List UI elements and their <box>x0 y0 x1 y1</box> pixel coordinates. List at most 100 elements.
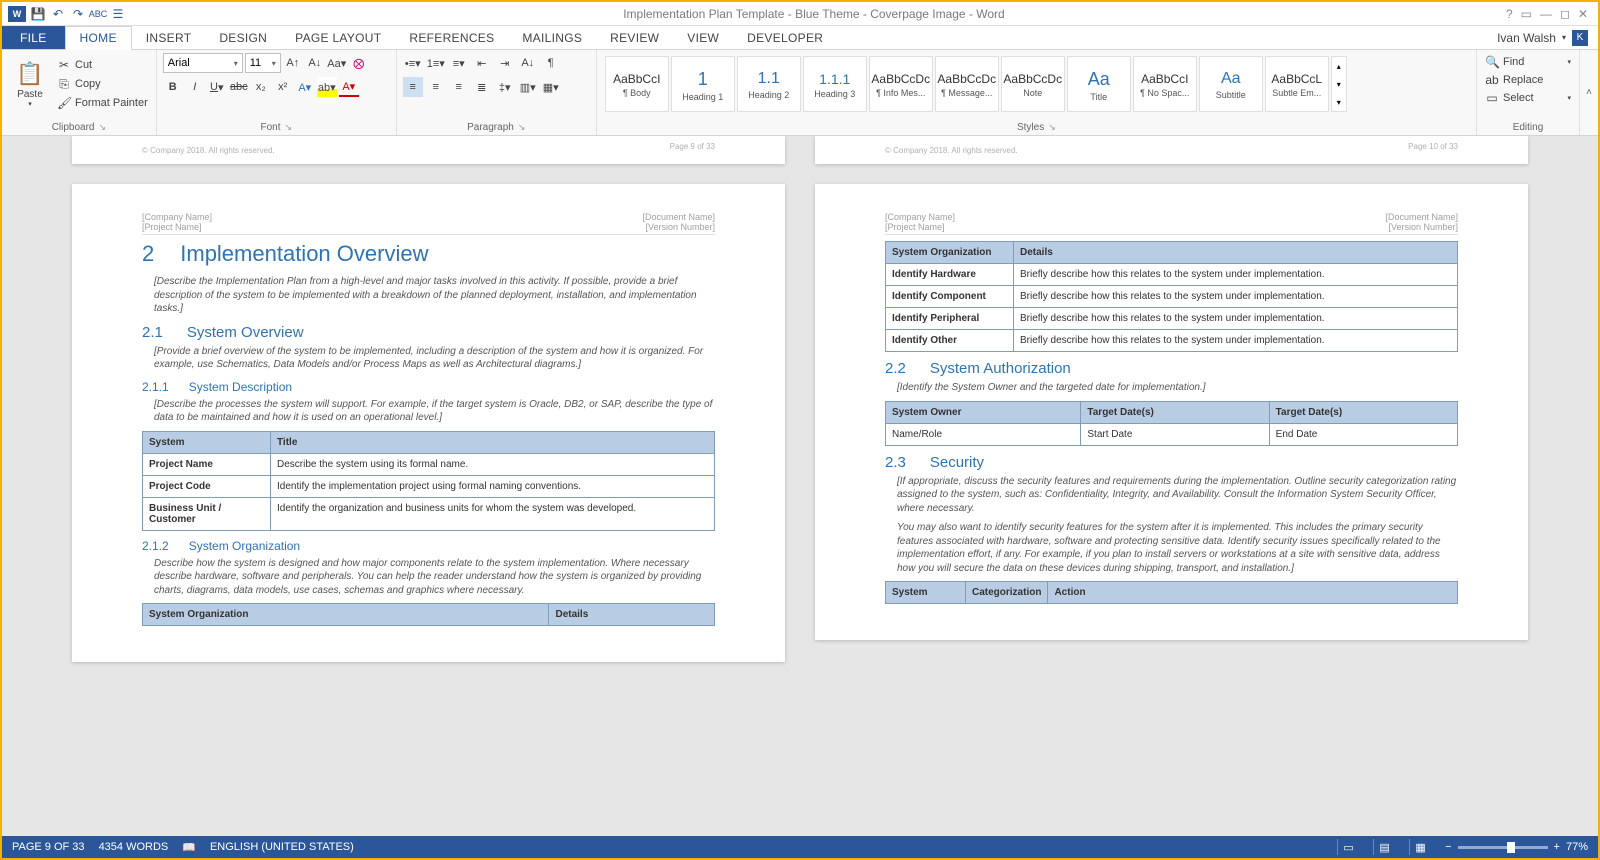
body-text[interactable]: [If appropriate, discuss the security fe… <box>897 475 1458 516</box>
find-button[interactable]: 🔍Find▾ <box>1483 53 1573 71</box>
style-item[interactable]: 1Heading 1 <box>671 56 735 112</box>
format-painter-button[interactable]: 🖌Format Painter <box>55 94 150 112</box>
tab-review[interactable]: REVIEW <box>596 26 673 49</box>
style-item[interactable]: 1.1Heading 2 <box>737 56 801 112</box>
heading-2[interactable]: 2.3Security <box>885 454 1458 471</box>
style-item[interactable]: AaBbCcI¶ Body <box>605 56 669 112</box>
status-words[interactable]: 4354 WORDS <box>99 841 169 853</box>
bullets-button[interactable]: •≡▾ <box>403 53 423 73</box>
zoom-slider[interactable] <box>1458 846 1548 849</box>
style-item[interactable]: AaBbCcDc¶ Message... <box>935 56 999 112</box>
proofing-icon[interactable]: 📖 <box>182 841 196 854</box>
tab-view[interactable]: VIEW <box>673 26 733 49</box>
spelling-icon[interactable]: ABC <box>90 6 106 22</box>
underline-button[interactable]: U▾ <box>207 77 227 97</box>
help-icon[interactable]: ? <box>1506 7 1513 21</box>
web-layout-button[interactable]: ▦ <box>1409 839 1431 855</box>
dialog-launcher-icon[interactable]: ↘ <box>1048 122 1056 133</box>
superscript-button[interactable]: x² <box>273 77 293 97</box>
save-icon[interactable]: 💾 <box>30 6 46 22</box>
italic-button[interactable]: I <box>185 77 205 97</box>
heading-2[interactable]: 2.1System Overview <box>142 324 715 341</box>
replace-button[interactable]: abReplace <box>1483 71 1573 89</box>
close-icon[interactable]: ✕ <box>1578 7 1588 21</box>
styles-gallery[interactable]: AaBbCcI¶ Body1Heading 11.1Heading 21.1.1… <box>603 53 1470 115</box>
minimize-icon[interactable]: — <box>1540 7 1552 21</box>
table-system-description[interactable]: SystemTitle Project NameDescribe the sys… <box>142 431 715 531</box>
copy-button[interactable]: ⎘Copy <box>55 75 150 93</box>
undo-icon[interactable]: ↶ <box>50 6 66 22</box>
tab-references[interactable]: REFERENCES <box>395 26 508 49</box>
cut-button[interactable]: ✂Cut <box>55 56 150 74</box>
line-spacing-button[interactable]: ‡▾ <box>495 77 515 97</box>
status-page[interactable]: PAGE 9 OF 33 <box>12 841 85 853</box>
tab-home[interactable]: HOME <box>65 26 132 50</box>
heading-3[interactable]: 2.1.1System Description <box>142 380 715 394</box>
body-text[interactable]: [Provide a brief overview of the system … <box>154 345 715 372</box>
style-item[interactable]: AaBbCcDc¶ Info Mes... <box>869 56 933 112</box>
change-case-button[interactable]: Aa▾ <box>327 53 347 73</box>
select-button[interactable]: ▭Select▾ <box>1483 89 1573 107</box>
tab-design[interactable]: DESIGN <box>205 26 281 49</box>
justify-button[interactable]: ≣ <box>472 77 492 97</box>
style-item[interactable]: AaTitle <box>1067 56 1131 112</box>
maximize-icon[interactable]: ◻ <box>1560 7 1570 21</box>
heading-1[interactable]: 2Implementation Overview <box>142 241 715 267</box>
align-left-button[interactable]: ≡ <box>403 77 423 97</box>
style-item[interactable]: AaSubtitle <box>1199 56 1263 112</box>
font-size-combo[interactable]: 11▾ <box>245 53 281 73</box>
shading-button[interactable]: ▥▾ <box>518 77 538 97</box>
redo-icon[interactable]: ↷ <box>70 6 86 22</box>
heading-2[interactable]: 2.2System Authorization <box>885 360 1458 377</box>
increase-indent-button[interactable]: ⇥ <box>495 53 515 73</box>
sort-button[interactable]: A↓ <box>518 53 538 73</box>
dialog-launcher-icon[interactable]: ↘ <box>284 122 292 133</box>
body-text[interactable]: You may also want to identify security f… <box>897 521 1458 575</box>
style-item[interactable]: 1.1.1Heading 3 <box>803 56 867 112</box>
dialog-launcher-icon[interactable]: ↘ <box>99 122 107 133</box>
tab-mailings[interactable]: MAILINGS <box>508 26 596 49</box>
tab-page-layout[interactable]: PAGE LAYOUT <box>281 26 395 49</box>
body-text[interactable]: [Identify the System Owner and the targe… <box>897 381 1458 395</box>
show-marks-button[interactable]: ¶ <box>541 53 561 73</box>
style-item[interactable]: AaBbCcDcNote <box>1001 56 1065 112</box>
table-security[interactable]: SystemCategorizationAction <box>885 581 1458 604</box>
font-color-button[interactable]: A▾ <box>339 77 359 97</box>
align-right-button[interactable]: ≡ <box>449 77 469 97</box>
font-name-combo[interactable]: Arial▾ <box>163 53 243 73</box>
collapse-ribbon-icon[interactable]: ˄ <box>1586 87 1592 98</box>
body-text[interactable]: Describe how the system is designed and … <box>154 557 715 598</box>
strikethrough-button[interactable]: abc <box>229 77 249 97</box>
style-item[interactable]: AaBbCcI¶ No Spac... <box>1133 56 1197 112</box>
align-center-button[interactable]: ≡ <box>426 77 446 97</box>
style-item[interactable]: AaBbCcLSubtle Em... <box>1265 56 1329 112</box>
clear-formatting-button[interactable]: ⨂ <box>349 53 369 73</box>
user-account[interactable]: Ivan Walsh ▾ K <box>1487 26 1598 49</box>
text-effects-button[interactable]: A▾ <box>295 77 315 97</box>
table-system-organization[interactable]: System OrganizationDetails <box>142 603 715 626</box>
multilevel-list-button[interactable]: ≡▾ <box>449 53 469 73</box>
body-text[interactable]: [Describe the processes the system will … <box>154 398 715 425</box>
bold-button[interactable]: B <box>163 77 183 97</box>
tab-file[interactable]: FILE <box>2 26 65 49</box>
tab-insert[interactable]: INSERT <box>132 26 206 49</box>
zoom-in-button[interactable]: + <box>1554 841 1560 853</box>
tab-developer[interactable]: DEVELOPER <box>733 26 837 49</box>
styles-more-button[interactable]: ▴▾▾ <box>1331 56 1347 112</box>
zoom-out-button[interactable]: − <box>1445 841 1451 853</box>
shrink-font-button[interactable]: A↓ <box>305 53 325 73</box>
paste-button[interactable]: 📋 Paste ▾ <box>8 53 52 115</box>
grow-font-button[interactable]: A↑ <box>283 53 303 73</box>
borders-button[interactable]: ▦▾ <box>541 77 561 97</box>
page[interactable]: [Company Name][Project Name] [Document N… <box>72 184 785 662</box>
status-language[interactable]: ENGLISH (UNITED STATES) <box>210 841 354 853</box>
print-layout-button[interactable]: ▤ <box>1373 839 1395 855</box>
zoom-level[interactable]: 77% <box>1566 841 1588 853</box>
numbering-button[interactable]: 1≡▾ <box>426 53 446 73</box>
subscript-button[interactable]: x₂ <box>251 77 271 97</box>
document-area[interactable]: © Company 2018. All rights reserved. Pag… <box>2 136 1598 836</box>
touch-mode-icon[interactable]: ☰ <box>110 6 126 22</box>
decrease-indent-button[interactable]: ⇤ <box>472 53 492 73</box>
table-system-authorization[interactable]: System OwnerTarget Date(s)Target Date(s)… <box>885 401 1458 446</box>
heading-3[interactable]: 2.1.2System Organization <box>142 539 715 553</box>
